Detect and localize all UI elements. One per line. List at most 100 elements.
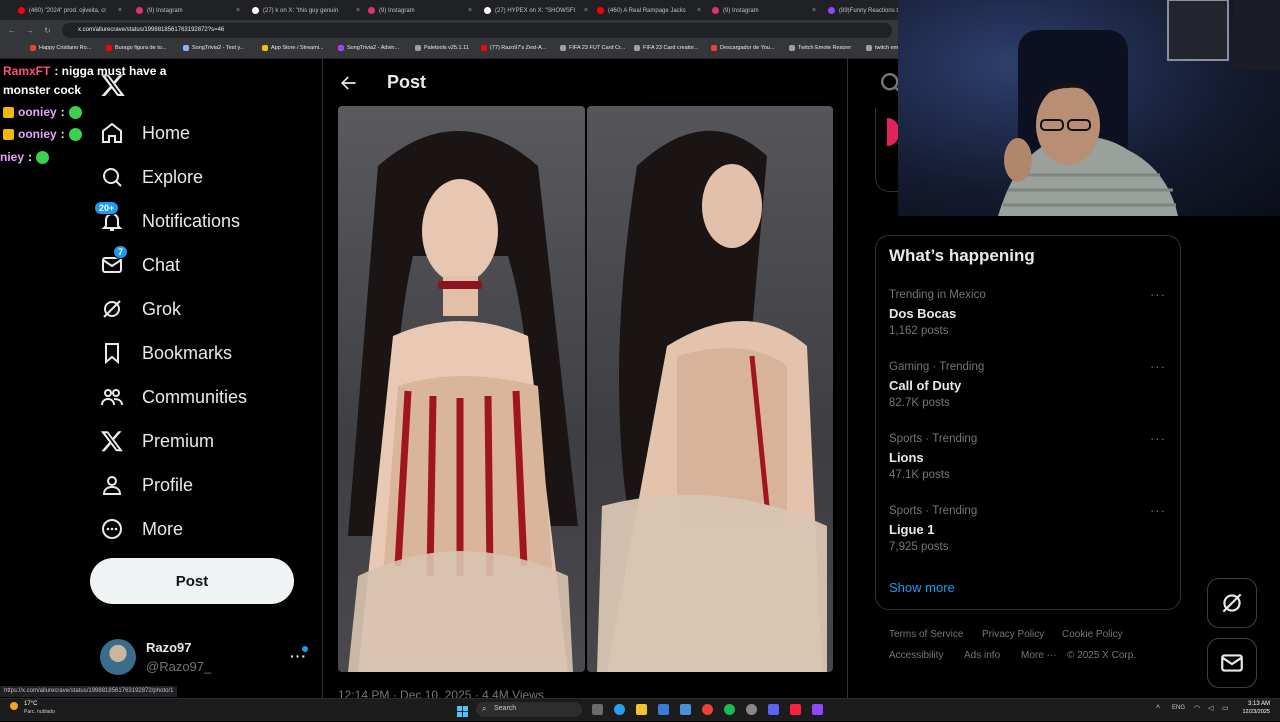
tab-close-icon[interactable]: ×	[118, 7, 122, 14]
nav-item-notifications[interactable]: Notifications	[100, 203, 240, 239]
volume-icon[interactable]: ◁	[1208, 704, 1213, 712]
bookmark-label: SongTrivia2 - Test y...	[192, 45, 245, 51]
footer-link[interactable]: Ads info	[964, 650, 1000, 661]
trend-more-icon[interactable]: ···	[1150, 287, 1166, 302]
browser-tab[interactable]: (9) Instagram ×	[136, 3, 240, 18]
forward-arrow-icon[interactable]: →	[26, 26, 34, 35]
post-button[interactable]: Post	[90, 558, 294, 604]
home-icon	[102, 122, 122, 143]
trend-name: Lions	[889, 450, 924, 465]
bookmark-item[interactable]: FIFA 23 Card creator...	[634, 45, 698, 51]
nav-item-communities[interactable]: Communities	[100, 379, 247, 415]
task-view-icon[interactable]	[592, 704, 603, 715]
bookmark-item[interactable]: Burago figura de to...	[106, 45, 166, 51]
nav-item-more[interactable]: More	[100, 511, 183, 547]
tray-chevron-icon[interactable]: ˄	[1156, 704, 1160, 711]
bookmark-label: Happy Cristiano Ro...	[39, 45, 92, 51]
nav-badge: 7	[113, 245, 129, 259]
discord-icon[interactable]	[768, 704, 779, 715]
nav-badge: 20+	[94, 201, 120, 215]
footer-link[interactable]: Terms of Service	[889, 629, 963, 640]
trend-context: Sports · Trending	[889, 505, 978, 517]
spotify-icon[interactable]	[724, 704, 735, 715]
nav-item-explore[interactable]: Explore	[100, 159, 203, 195]
app-icon[interactable]	[680, 704, 691, 715]
trend-more-icon[interactable]: ···	[1150, 359, 1166, 374]
post-photo-right[interactable]	[587, 106, 833, 672]
search-icon: ⌕	[482, 704, 487, 713]
nav-item-label: Chat	[142, 254, 181, 275]
back-arrow-icon[interactable]: ←	[8, 26, 16, 35]
tab-favicon-icon	[18, 7, 25, 14]
tab-close-icon[interactable]: ×	[468, 7, 472, 14]
bookmark-item[interactable]: SongTrivia2 - Advin...	[338, 45, 399, 51]
bookmark-item[interactable]: (77) Razo97's Zest-A...	[481, 45, 546, 51]
bookmark-item[interactable]: App Store / Streami...	[262, 45, 324, 51]
nav-item-premium[interactable]: Premium	[100, 423, 214, 459]
bookmark-item[interactable]: twitch em	[866, 45, 898, 51]
store-icon[interactable]	[658, 704, 669, 715]
back-arrow-icon[interactable]	[338, 73, 358, 93]
footer-link[interactable]: Privacy Policy	[982, 629, 1044, 640]
language-indicator[interactable]: ENG	[1172, 705, 1185, 711]
bookmark-favicon-icon	[30, 45, 36, 51]
chrome-icon[interactable]	[702, 704, 713, 715]
reload-icon[interactable]: ↻	[44, 26, 51, 35]
emote-icon	[68, 105, 82, 119]
nav-item-label: Explore	[142, 166, 204, 187]
browser-tab[interactable]: (89)Funny Reactions t	[828, 3, 898, 18]
nav-item-bookmarks[interactable]: Bookmarks	[100, 335, 232, 371]
music-icon[interactable]	[790, 704, 801, 715]
tab-close-icon[interactable]: ×	[356, 7, 360, 14]
address-bar[interactable]: x.com/allurecrave/status/199881856176319…	[62, 23, 892, 38]
battery-icon[interactable]: ▭	[1222, 704, 1229, 712]
nav-item-profile[interactable]: Profile	[100, 467, 193, 503]
bookmark-item[interactable]: Happy Cristiano Ro...	[30, 45, 91, 51]
nav-item-home[interactable]: Home	[100, 115, 190, 151]
footer-link[interactable]: More ···	[1021, 650, 1057, 661]
bookmark-item[interactable]: Twitch Emote Resizer	[789, 45, 851, 51]
browser-tab[interactable]: (9) Instagram ×	[712, 3, 816, 18]
status-link-tooltip: https://x.com/allurecrave/status/1998818…	[0, 686, 178, 697]
webcam-overlay	[898, 0, 1280, 216]
bookmark-favicon-icon	[789, 45, 795, 51]
trend-more-icon[interactable]: ···	[1150, 503, 1166, 518]
nav-item-chat[interactable]: Chat	[100, 247, 180, 283]
trend-count: 47.1K posts	[889, 469, 950, 481]
tab-close-icon[interactable]: ×	[697, 7, 701, 14]
browser-tab[interactable]: (460) A Real Rampage Jacks ×	[597, 3, 701, 18]
show-more-link[interactable]: Show more	[889, 580, 955, 595]
clock-time[interactable]: 3:13 AM	[1238, 701, 1270, 707]
browser-tab[interactable]: (27) HYPEX on X: "SHOWSFI ×	[484, 3, 588, 18]
bookmark-item[interactable]: SongTrivia2 - Test y...	[183, 45, 244, 51]
avatar[interactable]	[100, 639, 136, 675]
tab-close-icon[interactable]: ×	[812, 7, 816, 14]
taskbar-search[interactable]: ⌕ Search	[476, 702, 582, 717]
settings-icon[interactable]	[746, 704, 757, 715]
edge-icon[interactable]	[614, 704, 625, 715]
trend-more-icon[interactable]: ···	[1150, 431, 1166, 446]
tab-favicon-icon	[252, 7, 259, 14]
bookmark-item[interactable]: FIFA 23 FUT Card Cr...	[560, 45, 625, 51]
tab-favicon-icon	[368, 7, 375, 14]
wifi-icon[interactable]: ◠	[1194, 704, 1200, 712]
footer-link[interactable]: Cookie Policy	[1062, 629, 1123, 640]
bookmark-item[interactable]: Descargador de You...	[711, 45, 774, 51]
footer-link[interactable]: Accessibility	[889, 650, 943, 661]
grok-button[interactable]	[1207, 578, 1257, 628]
browser-tab[interactable]: (460) "2024" prod. ojiveita, cr ×	[18, 3, 122, 18]
browser-tab[interactable]: (9) Instagram ×	[368, 3, 472, 18]
tab-title: (27) k on X: "this guy genuin	[263, 7, 339, 14]
messages-button[interactable]	[1207, 638, 1257, 688]
tab-close-icon[interactable]: ×	[236, 7, 240, 14]
windows-start-icon[interactable]	[457, 704, 468, 717]
tab-favicon-icon	[712, 7, 719, 14]
clock-date[interactable]: 12/23/2025	[1238, 709, 1270, 715]
tab-close-icon[interactable]: ×	[584, 7, 588, 14]
file-explorer-icon[interactable]	[636, 704, 647, 715]
post-photo-left[interactable]	[338, 106, 585, 672]
nav-item-grok[interactable]: Grok	[100, 291, 181, 327]
bookmark-item[interactable]: Paletools v25.1.11	[415, 45, 469, 51]
browser-tab[interactable]: (27) k on X: "this guy genuin ×	[252, 3, 360, 18]
twitch-icon[interactable]	[812, 704, 823, 715]
